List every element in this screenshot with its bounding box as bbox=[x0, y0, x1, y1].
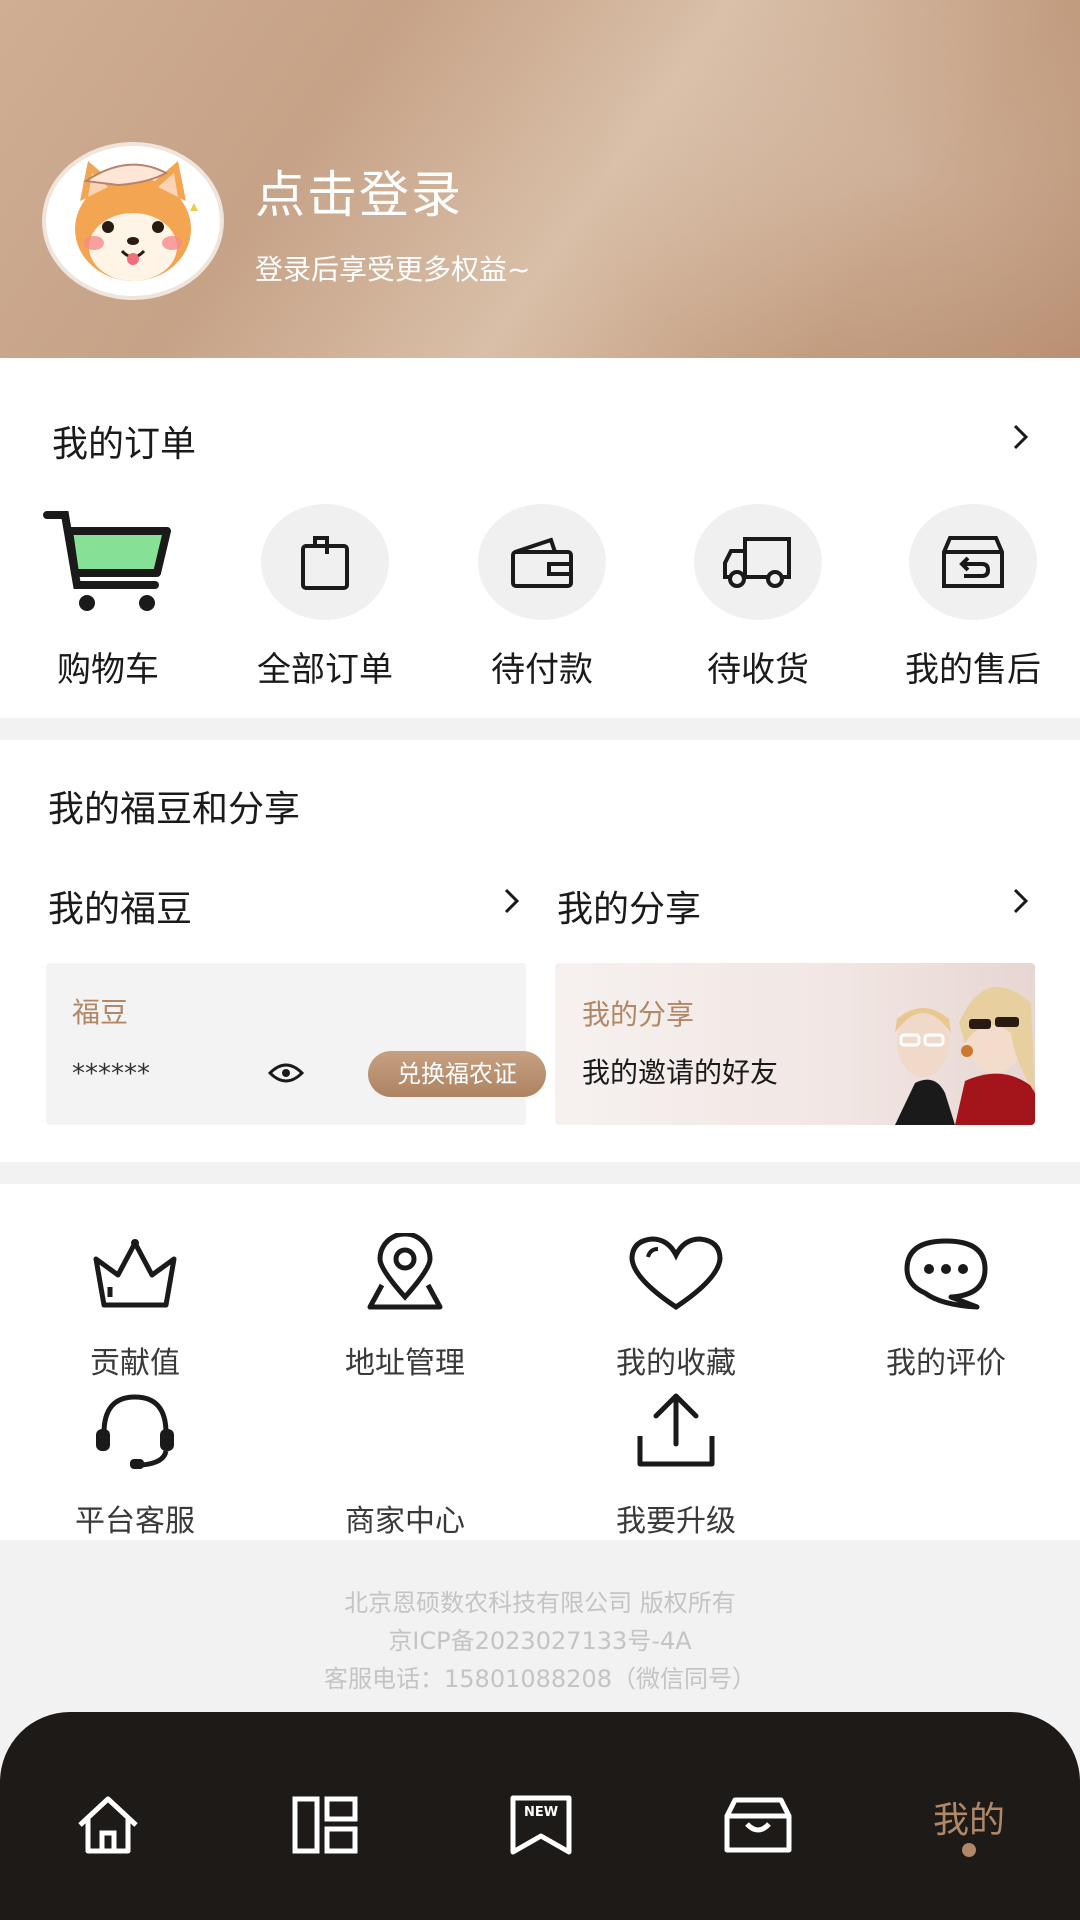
order-cart[interactable]: 购物车 bbox=[23, 504, 193, 691]
tool-label: 我的收藏 bbox=[616, 1346, 736, 1381]
chat-bubble-icon bbox=[846, 1228, 1046, 1318]
profile-header: 点击登录 登录后享受更多权益~ bbox=[0, 0, 1080, 358]
home-icon bbox=[78, 1796, 138, 1854]
chevron-right-icon[interactable] bbox=[1005, 886, 1035, 916]
chevron-right-icon[interactable] bbox=[1005, 422, 1035, 452]
beans-masked-value: ****** bbox=[72, 1059, 150, 1089]
tab-home[interactable] bbox=[48, 1780, 168, 1870]
wallet-icon bbox=[478, 504, 606, 620]
tool-contribution[interactable]: 贡献值 bbox=[35, 1228, 235, 1382]
chevron-right-icon[interactable] bbox=[496, 886, 526, 916]
tool-merchant-center[interactable]: 商家中心 bbox=[305, 1386, 505, 1540]
tool-reviews[interactable]: 我的评价 bbox=[846, 1228, 1046, 1382]
crown-icon bbox=[35, 1228, 235, 1318]
order-label: 待付款 bbox=[491, 650, 593, 690]
shiba-avatar-icon bbox=[75, 161, 198, 281]
shopping-bag-icon bbox=[261, 504, 389, 620]
tool-label: 商家中心 bbox=[345, 1504, 465, 1539]
bottom-tabbar: NEW 我的 bbox=[0, 1712, 1080, 1920]
beans-panel: 福豆 ****** 兑换福农证 bbox=[46, 963, 546, 1125]
footer-phone: 客服电话：15801088208（微信同号） bbox=[324, 1665, 756, 1693]
tool-label: 贡献值 bbox=[90, 1346, 180, 1381]
shop-bag-icon bbox=[724, 1797, 792, 1853]
orders-title: 我的订单 bbox=[52, 424, 197, 465]
grid-icon bbox=[292, 1796, 358, 1854]
my-share-link[interactable]: 我的分享 bbox=[557, 880, 701, 932]
share-panel[interactable]: 我的分享 我的邀请的好友 bbox=[555, 963, 1035, 1125]
truck-icon bbox=[694, 504, 822, 620]
footer-company: 北京恩硕数农科技有限公司 版权所有 bbox=[344, 1589, 736, 1617]
tool-label: 我要升级 bbox=[616, 1504, 736, 1539]
login-subtitle: 登录后享受更多权益~ bbox=[255, 253, 531, 286]
heart-icon bbox=[576, 1228, 776, 1318]
order-after-sales[interactable]: 我的售后 bbox=[888, 504, 1058, 691]
tool-label: 我的评价 bbox=[886, 1346, 1006, 1381]
order-pending-receipt[interactable]: 待收货 bbox=[673, 504, 843, 691]
footer-icp[interactable]: 京ICP备2023027133号-4A bbox=[0, 1621, 1080, 1656]
order-label: 我的售后 bbox=[905, 650, 1041, 690]
return-box-icon bbox=[909, 504, 1037, 620]
avatar[interactable] bbox=[42, 142, 224, 300]
share-panel-subtitle: 我的邀请的好友 bbox=[582, 1056, 779, 1089]
share-promo-image bbox=[895, 987, 1035, 1125]
order-label: 待收货 bbox=[707, 650, 809, 690]
tab-mine-label: 我的 bbox=[932, 1800, 1005, 1841]
exchange-button[interactable]: 兑换福农证 bbox=[368, 1051, 546, 1097]
order-pending-payment[interactable]: 待付款 bbox=[457, 504, 627, 691]
tool-customer-service[interactable]: 平台客服 bbox=[35, 1386, 235, 1540]
active-tab-indicator bbox=[962, 1843, 976, 1857]
tab-shop[interactable] bbox=[698, 1780, 818, 1870]
location-pin-icon bbox=[305, 1228, 505, 1318]
eye-icon[interactable] bbox=[268, 1059, 304, 1087]
tab-category[interactable] bbox=[265, 1780, 385, 1870]
beans-section-title: 我的福豆和分享 bbox=[48, 789, 301, 830]
tab-new[interactable]: NEW bbox=[481, 1780, 601, 1870]
share-panel-title: 我的分享 bbox=[582, 998, 695, 1031]
my-beans-link[interactable]: 我的福豆 bbox=[48, 880, 192, 932]
beans-panel-title: 福豆 bbox=[72, 996, 129, 1029]
tool-label: 地址管理 bbox=[345, 1346, 465, 1381]
order-label: 全部订单 bbox=[257, 650, 393, 690]
tool-label: 平台客服 bbox=[75, 1504, 195, 1539]
order-label: 购物车 bbox=[57, 650, 159, 690]
tool-address[interactable]: 地址管理 bbox=[305, 1228, 505, 1382]
cart-icon bbox=[23, 504, 193, 620]
headset-icon bbox=[35, 1386, 235, 1476]
upload-icon bbox=[576, 1386, 776, 1476]
tool-favorites[interactable]: 我的收藏 bbox=[576, 1228, 776, 1382]
new-bookmark-icon: NEW bbox=[510, 1795, 572, 1855]
order-all[interactable]: 全部订单 bbox=[240, 504, 410, 691]
login-title[interactable]: 点击登录 bbox=[255, 155, 463, 227]
tool-upgrade[interactable]: 我要升级 bbox=[576, 1386, 776, 1540]
svg-text:NEW: NEW bbox=[524, 1805, 558, 1820]
